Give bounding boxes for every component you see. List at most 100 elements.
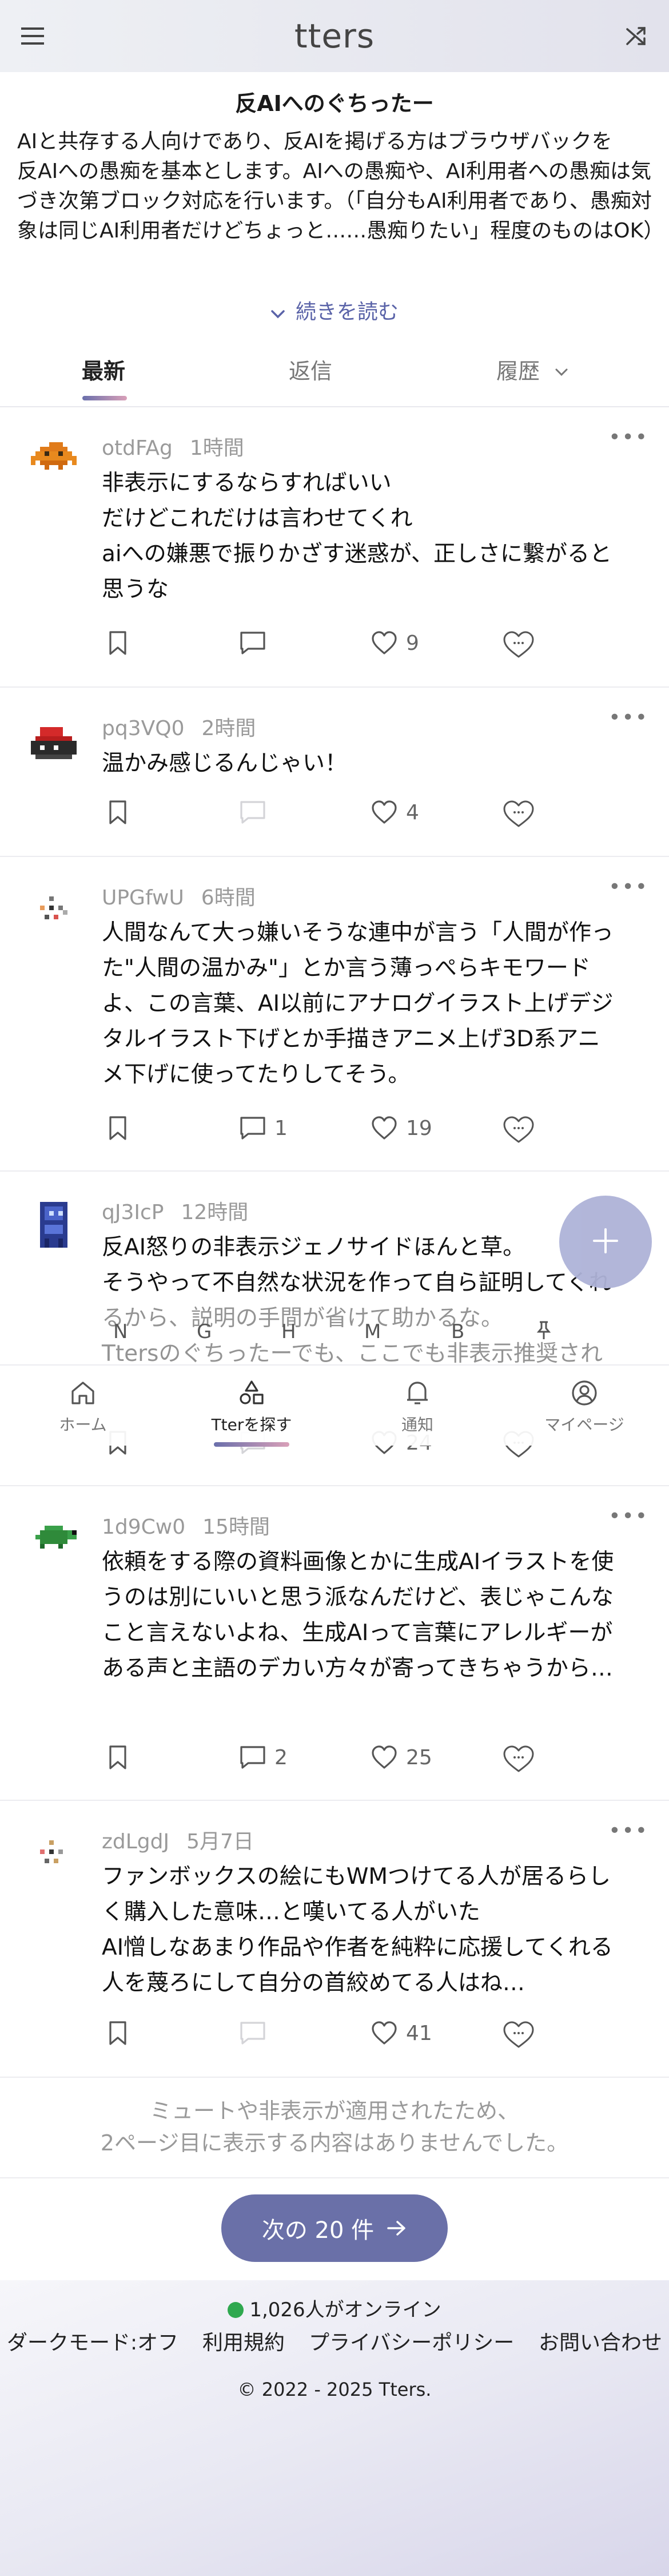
more-options-icon[interactable]: ••• xyxy=(608,426,648,449)
board-description-line: 反AIへの愚痴を基本とします。AIへの愚痴や、AI利用者への愚痴は気づき次第ブロ… xyxy=(17,160,655,243)
like-count: 19 xyxy=(406,1116,432,1140)
dark-mode-toggle[interactable]: ダークモード:オフ xyxy=(7,2326,178,2356)
bookmark-icon[interactable] xyxy=(107,800,128,825)
post-meta: UPGfwU 6時間 xyxy=(102,881,256,911)
hamburger-menu-icon[interactable] xyxy=(17,21,48,51)
post-meta: otdFAg 1時間 xyxy=(102,431,244,461)
like-count: 41 xyxy=(406,2021,432,2045)
nav-home[interactable]: ホーム xyxy=(26,1376,140,1435)
avatar[interactable] xyxy=(26,713,81,768)
like-button[interactable]: 9 xyxy=(371,630,419,656)
divider xyxy=(0,2177,669,2178)
feed-tabs: 最新 返信 履歴 xyxy=(0,354,669,405)
comment-icon xyxy=(239,800,266,825)
comment-button xyxy=(239,800,274,825)
post-card[interactable]: otdFAg 1時間 ••• 非表示にするならすればいい だけどこれだけは言わせて… xyxy=(0,407,669,688)
mute-notice-line: 2ページ目に表示する内容はありませんでした。 xyxy=(100,2130,569,2156)
nav-notify[interactable]: 通知 xyxy=(360,1376,475,1435)
comment-icon xyxy=(239,1745,266,1770)
reaction-icon[interactable] xyxy=(502,800,535,828)
read-more-label: 続きを読む xyxy=(295,300,399,324)
user-circle-icon xyxy=(527,1376,642,1410)
reaction-icon[interactable] xyxy=(502,2021,535,2049)
bookmark-icon[interactable] xyxy=(107,2021,128,2046)
nav-mypage-label: マイページ xyxy=(544,1415,624,1434)
comment-count: 1 xyxy=(274,1116,288,1140)
comment-button[interactable] xyxy=(239,630,274,656)
post-time: 15時間 xyxy=(202,1515,270,1539)
comment-button[interactable]: 1 xyxy=(239,1116,288,1141)
post-actions: 4 xyxy=(102,800,571,834)
alpha-index-item[interactable]: N xyxy=(113,1320,128,1343)
post-user[interactable]: 1d9Cw0 xyxy=(102,1515,185,1539)
post-meta: zdLgdJ 5月7日 xyxy=(102,1825,254,1855)
post-user[interactable]: zdLgdJ xyxy=(102,1830,169,1853)
pin-icon[interactable] xyxy=(536,1320,551,1346)
next-page-label: 次の 20 件 xyxy=(261,2217,375,2244)
comment-button[interactable]: 2 xyxy=(239,1745,288,1770)
app-title[interactable]: tters xyxy=(294,17,375,55)
alpha-index-item[interactable]: G xyxy=(197,1320,212,1343)
alpha-index-item[interactable]: B xyxy=(451,1320,464,1343)
post-user[interactable]: otdFAg xyxy=(102,436,173,460)
reaction-icon[interactable] xyxy=(502,630,535,659)
nav-explore[interactable]: Tterを探す xyxy=(194,1376,309,1435)
shuffle-icon[interactable] xyxy=(621,21,652,51)
bookmark-icon[interactable] xyxy=(107,1116,128,1141)
post-card[interactable]: UPGfwU 6時間 ••• 人間なんて大っ嫌いそうな連中が言う「人間が作った"人… xyxy=(0,857,669,1172)
comment-icon xyxy=(239,1116,266,1141)
home-icon xyxy=(26,1376,140,1410)
post-user[interactable]: pq3VQ0 xyxy=(102,717,184,740)
like-count: 4 xyxy=(406,800,419,824)
reaction-icon[interactable] xyxy=(502,1745,535,1773)
post-time: 5月7日 xyxy=(186,1830,254,1853)
reaction-icon[interactable] xyxy=(502,1116,535,1144)
like-button[interactable]: 4 xyxy=(371,800,419,825)
avatar[interactable] xyxy=(26,1827,81,1882)
post-body: ファンボックスの絵にもWMつけてる人が居るらしく購入した意味…と嘆いてる人がいた… xyxy=(102,1864,613,1996)
board-description-line: AIと共存する人向けであり、反AIを掲げる方はブラウザバックを xyxy=(17,130,612,153)
avatar[interactable] xyxy=(26,1197,81,1252)
app-header: tters xyxy=(0,0,669,72)
post-card[interactable]: 1d9Cw0 15時間 ••• 依頼をする際の資料画像とかに生成AIイラストを使う… xyxy=(0,1486,669,1801)
post-time: 2時間 xyxy=(201,717,256,740)
tab-history[interactable]: 履歴 xyxy=(496,354,568,405)
more-options-icon[interactable]: ••• xyxy=(608,1505,648,1528)
alpha-index-item[interactable]: M xyxy=(364,1320,381,1343)
terms-link[interactable]: 利用規約 xyxy=(202,2326,285,2356)
post-user[interactable]: qJ3IcP xyxy=(102,1201,164,1224)
tab-history-label: 履歴 xyxy=(496,359,540,384)
post-card[interactable]: pq3VQ0 2時間 ••• 温かみ感じるんじゃい！ 4 xyxy=(0,688,669,857)
post-actions: 41 xyxy=(102,2021,571,2055)
avatar[interactable] xyxy=(26,433,81,488)
more-options-icon[interactable]: ••• xyxy=(608,875,648,899)
avatar[interactable] xyxy=(26,883,81,938)
nav-mypage[interactable]: マイページ xyxy=(527,1376,642,1435)
more-options-icon[interactable]: ••• xyxy=(608,1819,648,1843)
like-button[interactable]: 25 xyxy=(371,1745,432,1770)
avatar[interactable] xyxy=(26,1512,81,1567)
bookmark-icon[interactable] xyxy=(107,630,128,656)
post-user[interactable]: UPGfwU xyxy=(102,886,184,910)
contact-link[interactable]: お問い合わせ xyxy=(539,2326,662,2356)
heart-icon xyxy=(371,1745,398,1770)
arrow-right-icon xyxy=(387,2214,407,2243)
plus-icon xyxy=(591,1226,620,1258)
post-actions: 1 19 xyxy=(102,1116,571,1150)
post-actions: 2 25 xyxy=(102,1745,571,1779)
privacy-link[interactable]: プライバシーポリシー xyxy=(309,2326,514,2356)
post-card[interactable]: zdLgdJ 5月7日 ••• ファンボックスの絵にもWMつけてる人が居るらしく購… xyxy=(0,1801,669,2078)
like-button[interactable]: 41 xyxy=(371,2021,432,2046)
new-post-button[interactable] xyxy=(559,1196,652,1288)
post-time: 6時間 xyxy=(201,886,256,910)
tab-reply[interactable]: 返信 xyxy=(289,354,332,405)
alpha-index-item[interactable]: H xyxy=(281,1320,296,1343)
bookmark-icon[interactable] xyxy=(107,1745,128,1770)
next-page-button[interactable]: 次の 20 件 xyxy=(221,2194,448,2262)
post-body: 温かみ感じるんじゃい！ xyxy=(102,751,348,776)
like-button[interactable]: 19 xyxy=(371,1116,432,1141)
comment-icon xyxy=(239,630,266,656)
post-actions: 9 xyxy=(102,630,571,665)
read-more-button[interactable]: 続きを読む xyxy=(0,295,669,325)
more-options-icon[interactable]: ••• xyxy=(608,706,648,729)
